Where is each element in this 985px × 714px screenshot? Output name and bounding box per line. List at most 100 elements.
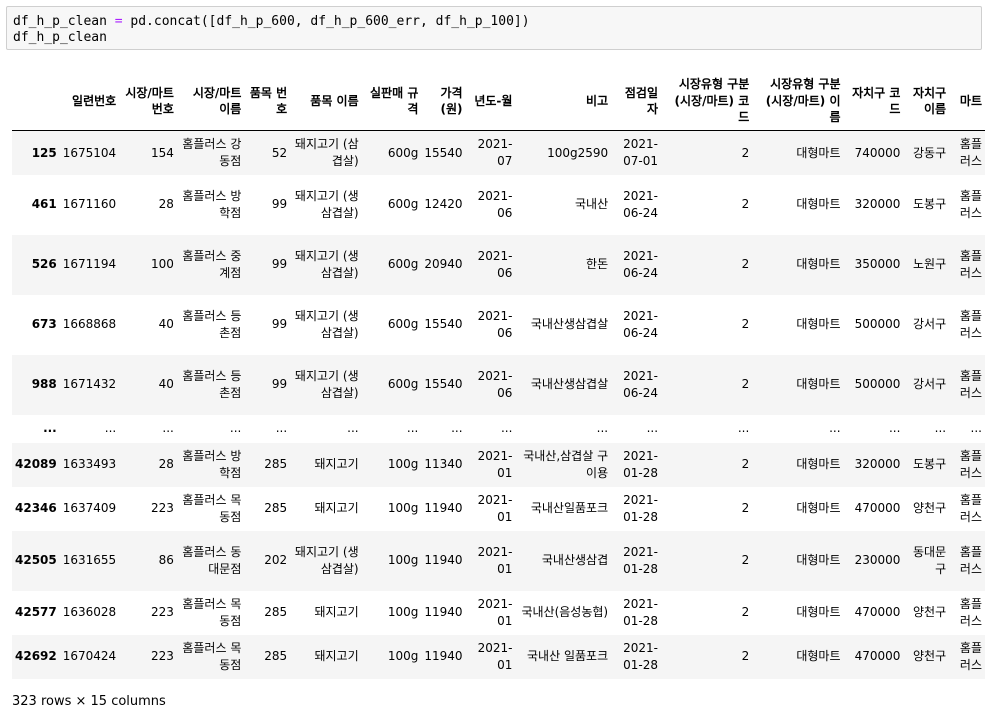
table-cell: 대형마트 (796, 257, 841, 272)
table-cell: 320000 (854, 197, 901, 212)
table-cell: 1670424 (62, 649, 117, 664)
table-cell: 돼지고기 (생삼겹살) (294, 249, 359, 280)
table-cell: 국내산,삼겹살 구이용 (523, 449, 609, 480)
index-header (12, 72, 60, 131)
table-cell: 홈플러스 (959, 545, 982, 576)
table-cell: 2021-07-01 (623, 137, 659, 168)
table-cell: 1671160 (62, 197, 117, 212)
table-cell: 15540 (424, 145, 463, 160)
table-cell: 600g (387, 377, 419, 392)
table-cell: ... (104, 421, 117, 436)
table-cell: 홈플러스 (959, 249, 982, 280)
table-cell: 대형마트 (796, 145, 841, 160)
column-header: 시장/마트 번호 (119, 72, 177, 131)
table-cell: 홈플러스 목동점 (182, 597, 242, 628)
table-cell: 500000 (854, 377, 901, 392)
table-cell: 대형마트 (796, 317, 841, 332)
table-cell: 11340 (424, 457, 463, 472)
table-cell: 2021-01-28 (623, 493, 659, 524)
table-cell: 11940 (424, 501, 463, 516)
table-row: 42505 1631655 86 홈플러스 동대문점 202 돼지고기 (생삼겹살) 100… (12, 530, 985, 591)
table-cell: 52 (271, 145, 288, 160)
table-row: ........................................… (12, 414, 985, 443)
table-cell: 2021-01 (477, 545, 513, 576)
column-header: 시장유형 구분(시장/마트) 이름 (752, 72, 844, 131)
table-cell: 돼지고기 (생삼겹살) (294, 309, 359, 340)
column-header: 일련번호 (59, 72, 120, 131)
table-cell: 230000 (854, 553, 901, 568)
table-cell: 40 (158, 317, 174, 332)
table-cell: 돼지고기 (생삼겹살) (294, 369, 359, 400)
table-cell: 홈플러스 (959, 309, 982, 340)
row-index: 42692 (15, 649, 57, 664)
table-cell: 223 (150, 605, 174, 620)
code-line-1: df_h_p_clean = pd.concat([df_h_p_600, df… (13, 14, 530, 30)
table-cell: 600g (387, 197, 419, 212)
table-cell: 11940 (424, 605, 463, 620)
table-cell: 285 (264, 501, 288, 516)
table-cell: 2021-06-24 (623, 249, 659, 280)
table-row: 673 1668868 40 홈플러스 등촌점 99 돼지고기 (생삼겹살) 600g 155… (12, 294, 985, 355)
code-cell[interactable]: df_h_p_clean = pd.concat([df_h_p_600, df… (6, 6, 982, 50)
table-cell: 86 (158, 553, 174, 568)
table-row: 42346 1637409 223 홈플러스 목동점 285 돼지고기 100g 11940 2… (12, 486, 985, 531)
column-header: 자치구 코드 (843, 72, 904, 131)
table-body: 125 1675104 154 홈플러스 강동점 52 돼지고기 (삼겹살) 600g 155… (12, 130, 985, 679)
table-cell: ... (888, 421, 901, 436)
table-cell: 국내산 일품포크 (527, 649, 609, 664)
row-index: 42089 (15, 457, 57, 472)
table-cell: 국내산 (575, 197, 609, 212)
table-cell: 11940 (424, 649, 463, 664)
table-row: 526 1671194 100 홈플러스 중계점 99 돼지고기 (생삼겹살) 600g 20… (12, 234, 985, 295)
table-cell: ... (347, 421, 359, 436)
table-cell: 홈플러스 (959, 189, 982, 220)
column-header: 비고 (515, 72, 612, 131)
column-header: 마트 (949, 72, 985, 131)
table-cell: 2021-01 (477, 493, 513, 524)
table-cell: 2 (741, 377, 750, 392)
dataframe-table: 일련번호 시장/마트 번호 시장/마트 이름 품목 번호 품목 이름 실판매 규격 가격(원… (12, 72, 985, 679)
table-cell: 홈플러스 동대문점 (182, 545, 242, 576)
table-row: 125 1675104 154 홈플러스 강동점 52 돼지고기 (삼겹살) 600g 155… (12, 130, 985, 175)
table-cell: 2 (741, 145, 750, 160)
table-cell: 돼지고기 (생삼겹살) (294, 189, 359, 220)
table-cell: ... (451, 421, 463, 436)
table-row: 42692 1670424 223 홈플러스 목동점 285 돼지고기 100g 11940 2… (12, 634, 985, 679)
table-cell: 대형마트 (796, 605, 841, 620)
row-index: 526 (31, 257, 57, 272)
table-cell: 1631655 (62, 553, 117, 568)
table-cell: 202 (264, 553, 288, 568)
table-cell: 동대문구 (912, 545, 947, 576)
table-cell: 223 (150, 501, 174, 516)
table-cell: 홈플러스 등촌점 (182, 309, 242, 340)
table-cell: 양천구 (912, 649, 947, 664)
table-cell: 1636028 (62, 605, 117, 620)
table-cell: 600g (387, 317, 419, 332)
table-row: 461 1671160 28 홈플러스 방학점 99 돼지고기 (생삼겹살) 600g 124… (12, 174, 985, 235)
table-cell: 285 (264, 605, 288, 620)
table-cell: ... (596, 421, 609, 436)
table-cell: 15540 (424, 317, 463, 332)
table-row: 42089 1633493 28 홈플러스 방학점 285 돼지고기 100g 11340 20… (12, 442, 985, 487)
column-header: 품목 이름 (290, 72, 362, 131)
table-cell: 2021-01 (477, 641, 513, 672)
table-cell: 470000 (854, 501, 901, 516)
table-row: 42577 1636028 223 홈플러스 목동점 285 돼지고기 100g 11940 2… (12, 590, 985, 635)
table-cell: ... (275, 421, 288, 436)
table-cell: 1637409 (62, 501, 117, 516)
row-index: ... (43, 421, 57, 436)
table-cell: 홈플러스 중계점 (182, 249, 242, 280)
table-cell: ... (500, 421, 513, 436)
table-cell: 홈플러스 (959, 137, 982, 168)
table-cell: ... (406, 421, 419, 436)
column-header: 시장유형 구분(시장/마트) 코드 (661, 72, 753, 131)
code-line-2: df_h_p_clean (13, 30, 107, 45)
header-row: 일련번호 시장/마트 번호 시장/마트 이름 품목 번호 품목 이름 실판매 규격 가격(원… (12, 72, 985, 131)
table-cell: 28 (158, 457, 174, 472)
table-cell: 돼지고기 (314, 649, 359, 664)
table-cell: 2021-06 (477, 309, 513, 340)
column-header: 품목 번호 (244, 72, 291, 131)
table-cell: 1675104 (62, 145, 117, 160)
table-cell: 2021-07 (477, 137, 513, 168)
table-cell: 2 (741, 457, 750, 472)
